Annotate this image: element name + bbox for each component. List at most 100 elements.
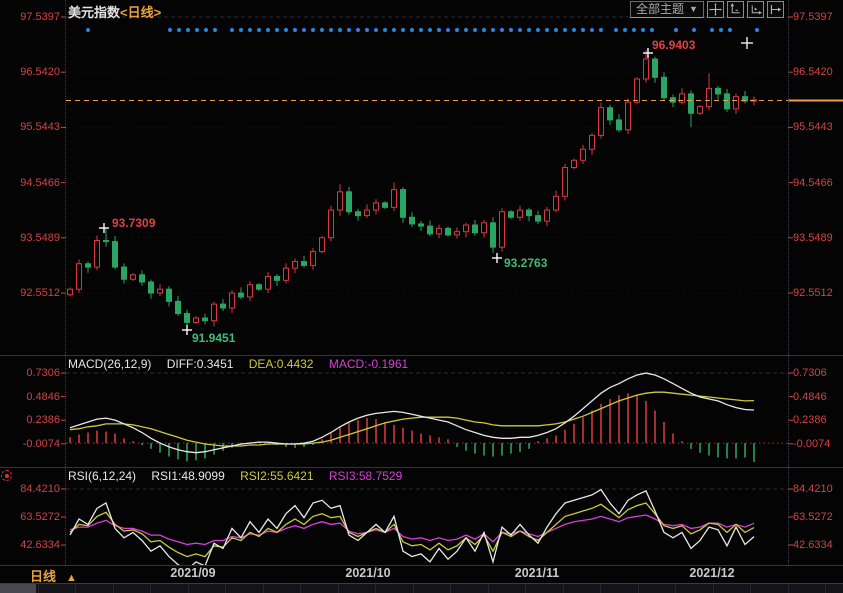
axis-tick-label: 97.5397: [793, 11, 833, 23]
crosshair-icon: [709, 3, 722, 16]
macd-macd-value: MACD:-0.1961: [329, 357, 408, 371]
scrollbar-tick: [225, 584, 226, 593]
pan-right-button[interactable]: [767, 1, 784, 18]
macd-panel-chart[interactable]: [0, 355, 843, 467]
trading-chart-app: 97.5397 96.5420 95.5443 94.5466 93.5489 92.55…: [0, 0, 843, 593]
axis-tick-label: 63.5272: [793, 511, 833, 523]
macd-name-label: MACD(26,12,9): [68, 357, 151, 371]
x-axis-scale-button[interactable]: [747, 1, 764, 18]
instrument-name: 美元指数: [68, 5, 120, 20]
axis-tick-label: 94.5466: [0, 177, 60, 189]
axis-tick-label: 93.5489: [0, 232, 60, 244]
scrollbar-tick: [38, 584, 39, 593]
left-axis-line: [65, 0, 66, 565]
scrollbar-tick: [413, 584, 414, 593]
main-candlestick-chart[interactable]: [0, 0, 843, 355]
theme-dropdown-button[interactable]: 全部主题 ▼: [630, 1, 704, 18]
chart-toolbar: 全部主题 ▼: [630, 1, 784, 18]
scrollbar-tick: [338, 584, 339, 593]
panel-separator: [0, 355, 843, 356]
right-axis-line: [788, 0, 789, 565]
scrollbar-tick: [638, 584, 639, 593]
price-annotation-low: 93.2763: [504, 256, 547, 270]
crosshair-cursor: [741, 37, 753, 49]
axis-tick-label: 0.4846: [793, 391, 827, 403]
blue-dotted-line: [86, 28, 759, 32]
scrollbar-tick: [563, 584, 564, 593]
scrollbar-tick: [75, 584, 76, 593]
rsi-indicator-row: RSI(6,12,24) RSI1:48.9099 RSI2:55.6421 R…: [68, 469, 414, 483]
date-label: 2021/11: [515, 566, 560, 580]
scrollbar-tick: [788, 584, 789, 593]
rsi3-value: RSI3:58.7529: [329, 469, 402, 483]
date-label: 2021/12: [689, 566, 734, 580]
pan-right-icon: [769, 3, 782, 16]
axis-tick-label: 93.5489: [793, 232, 833, 244]
axis-tick-label: 42.6334: [793, 539, 833, 551]
scrollbar-tick: [525, 584, 526, 593]
period-tag: <日线>: [120, 5, 161, 20]
y-axis-scale-icon: [729, 3, 742, 16]
scrollbar-tick: [488, 584, 489, 593]
scrollbar-tick: [675, 584, 676, 593]
panel-separator: [0, 467, 843, 468]
scrollbar-thumb[interactable]: [0, 584, 36, 593]
macd-indicator-row: MACD(26,12,9) DIFF:0.3451 DEA:0.4432 MAC…: [68, 357, 420, 371]
axis-tick-label: 95.5443: [0, 121, 60, 133]
record-target-icon[interactable]: [1, 470, 12, 481]
axis-tick-label: 84.4210: [793, 483, 833, 495]
price-annotation-high: 93.7309: [112, 216, 155, 230]
axis-tick-label: 84.4210: [0, 483, 60, 495]
axis-tick-label: -0.0074: [0, 438, 60, 450]
scrollbar-tick: [150, 584, 151, 593]
chevron-down-icon: ▼: [689, 2, 698, 17]
axis-tick-label: 92.5512: [0, 287, 60, 299]
annotation-markers: [99, 48, 653, 335]
date-label: 2021/10: [345, 566, 390, 580]
macd-dea-value: DEA:0.4432: [249, 357, 314, 371]
x-axis-scale-icon: [749, 3, 762, 16]
rsi-rsi2-line: [70, 503, 754, 557]
price-annotation-low: 91.9451: [192, 331, 235, 345]
theme-dropdown-label: 全部主题: [636, 2, 684, 17]
rsi2-value: RSI2:55.6421: [240, 469, 313, 483]
candles-layer: [68, 50, 757, 326]
axis-tick-label: -0.0074: [793, 438, 830, 450]
macd-diff-value: DIFF:0.3451: [167, 357, 234, 371]
axis-tick-label: 97.5397: [0, 11, 60, 23]
horizontal-scrollbar[interactable]: [0, 583, 843, 593]
axis-tick-label: 94.5466: [793, 177, 833, 189]
axis-tick-label: 42.6334: [0, 539, 60, 551]
axis-tick-label: 0.7306: [0, 367, 60, 379]
axis-tick-label: 96.5420: [793, 66, 833, 78]
date-label: 2021/09: [170, 566, 215, 580]
scrollbar-tick: [300, 584, 301, 593]
rsi-name-label: RSI(6,12,24): [68, 469, 136, 483]
scrollbar-tick: [713, 584, 714, 593]
scrollbar-tick: [450, 584, 451, 593]
axis-tick-label: 96.5420: [0, 66, 60, 78]
scrollbar-tick: [113, 584, 114, 593]
axis-tick-label: 92.5512: [793, 287, 833, 299]
rsi-rsi1-line: [70, 490, 754, 565]
period-tab-label: 日线: [30, 569, 56, 584]
axis-tick-label: 0.7306: [793, 367, 827, 379]
y-axis-scale-button[interactable]: [727, 1, 744, 18]
axis-tick-label: 95.5443: [793, 121, 833, 133]
crosshair-tool-button[interactable]: [707, 1, 724, 18]
scrollbar-tick: [188, 584, 189, 593]
axis-tick-label: 0.2386: [0, 414, 60, 426]
scrollbar-tick: [263, 584, 264, 593]
axis-tick-label: 0.4846: [0, 391, 60, 403]
chart-title: 美元指数<日线>: [68, 2, 161, 21]
axis-tick-label: 0.2386: [793, 414, 827, 426]
scrollbar-tick: [600, 584, 601, 593]
rsi-rsi3-line: [70, 515, 754, 545]
rsi1-value: RSI1:48.9099: [151, 469, 224, 483]
price-annotation-high: 96.9403: [652, 38, 695, 52]
axis-tick-label: 63.5272: [0, 511, 60, 523]
scrollbar-tick: [750, 584, 751, 593]
scrollbar-tick: [375, 584, 376, 593]
macd-histogram: [70, 393, 754, 462]
scrollbar-tick: [825, 584, 826, 593]
